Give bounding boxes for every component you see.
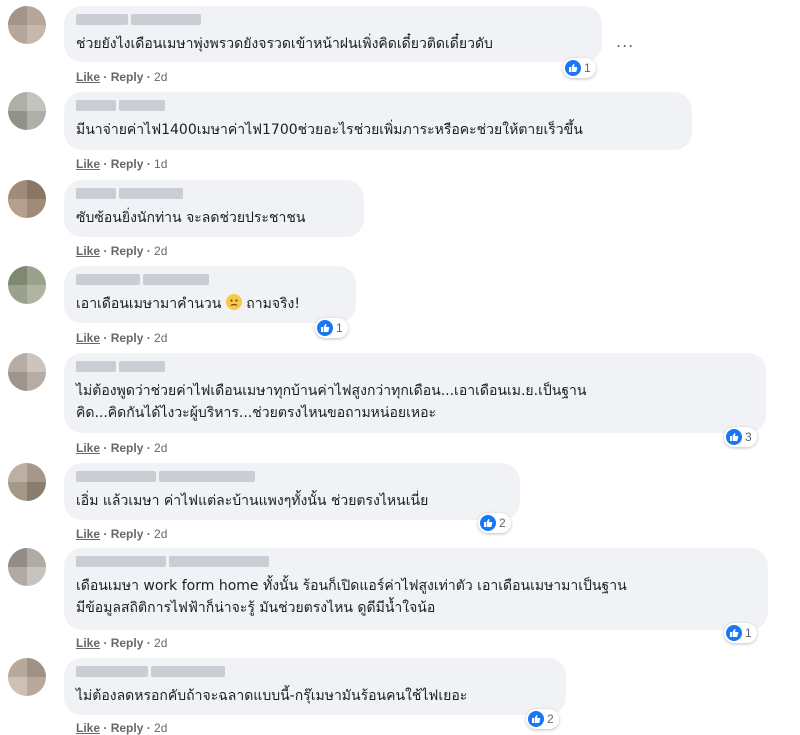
commenter-name-blurred[interactable]	[76, 274, 344, 287]
comment-text: เอาเดือนเมษามาคำนวน ถามจริง!	[76, 293, 344, 315]
reaction-count[interactable]: 2	[478, 513, 511, 533]
reaction-count[interactable]: 3	[724, 427, 757, 447]
comment-actions: Like · Reply · 2d	[76, 527, 168, 541]
reaction-number: 2	[547, 712, 554, 726]
commenter-name-blurred[interactable]	[76, 556, 756, 569]
reaction-number: 2	[499, 516, 506, 530]
worried-face-emoji	[225, 294, 242, 310]
timestamp[interactable]: 1d	[154, 157, 167, 171]
commenter-name-blurred[interactable]	[76, 188, 352, 201]
avatar[interactable]	[8, 353, 46, 391]
reaction-count[interactable]: 1	[724, 623, 757, 643]
comment-actions: Like · Reply · 1d	[76, 157, 168, 171]
timestamp[interactable]: 2d	[154, 331, 167, 345]
more-options-icon[interactable]: ...	[616, 32, 634, 51]
comment-bubble: เอิ่ม แล้วเมษา ค่าไฟแต่ละบ้านแพงๆทั้งนั้…	[64, 463, 520, 520]
avatar[interactable]	[8, 266, 46, 304]
avatar[interactable]	[8, 658, 46, 696]
thumbs-up-icon	[726, 429, 742, 445]
thumbs-up-icon	[528, 711, 544, 727]
like-link[interactable]: Like	[76, 70, 100, 84]
avatar[interactable]	[8, 180, 46, 218]
reply-link[interactable]: Reply	[111, 331, 144, 345]
comment-text: เดือนเมษา work form home ทั้งนั้น ร้อนก็…	[76, 578, 627, 616]
thumbs-up-icon	[565, 60, 581, 76]
comment-bubble: เอาเดือนเมษามาคำนวน ถามจริง!	[64, 266, 356, 323]
like-link[interactable]: Like	[76, 157, 100, 171]
reaction-number: 1	[745, 626, 752, 640]
avatar[interactable]	[8, 6, 46, 44]
timestamp[interactable]: 2d	[154, 441, 167, 455]
commenter-name-blurred[interactable]	[76, 14, 590, 27]
reaction-number: 1	[336, 321, 343, 335]
avatar[interactable]	[8, 92, 46, 130]
comment-actions: Like · Reply · 2d	[76, 331, 168, 345]
reaction-number: 3	[745, 430, 752, 444]
reply-link[interactable]: Reply	[111, 636, 144, 650]
commenter-name-blurred[interactable]	[76, 471, 508, 484]
comment-text: ซับซ้อนยิ่งนักท่าน จะลดช่วยประชาชน	[76, 210, 306, 226]
like-link[interactable]: Like	[76, 636, 100, 650]
comment-text: ช่วยยังไงเดือนเมษาพุ่งพรวดยังจรวดเข้าหน้…	[76, 36, 493, 52]
timestamp[interactable]: 2d	[154, 636, 167, 650]
reaction-number: 1	[584, 61, 591, 75]
reply-link[interactable]: Reply	[111, 70, 144, 84]
comment-bubble: ซับซ้อนยิ่งนักท่าน จะลดช่วยประชาชน	[64, 180, 364, 237]
comment-text: ไม่ต้องพูดว่าช่วยค่าไฟเดือนเมษาทุกบ้านค่…	[76, 383, 587, 421]
reply-link[interactable]: Reply	[111, 441, 144, 455]
avatar[interactable]	[8, 463, 46, 501]
comment-text: เอิ่ม แล้วเมษา ค่าไฟแต่ละบ้านแพงๆทั้งนั้…	[76, 493, 429, 509]
reaction-count[interactable]: 1	[563, 58, 596, 78]
reply-link[interactable]: Reply	[111, 527, 144, 541]
commenter-name-blurred[interactable]	[76, 361, 754, 374]
comment-text-part: ถามจริง!	[246, 296, 300, 312]
comment-bubble: มีนาจ่ายค่าไฟ1400เมษาค่าไฟ1700ช่วยอะไรช่…	[64, 92, 692, 150]
comment-actions: Like · Reply · 2d	[76, 244, 168, 258]
comment-text-part: เอาเดือนเมษามาคำนวน	[76, 296, 222, 312]
comment-actions: Like · Reply · 2d	[76, 441, 168, 455]
reaction-count[interactable]: 1	[315, 318, 348, 338]
thumbs-up-icon	[480, 515, 496, 531]
commenter-name-blurred[interactable]	[76, 100, 680, 113]
comment-actions: Like · Reply · 2d	[76, 70, 168, 84]
comment-actions: Like · Reply · 2d	[76, 636, 168, 650]
commenter-name-blurred[interactable]	[76, 666, 554, 679]
timestamp[interactable]: 2d	[154, 244, 167, 258]
timestamp[interactable]: 2d	[154, 70, 167, 84]
comment-text: ไม่ต้องลดหรอกคับถ้าจะฉลาดแบบนี้-กรุ๊เมษา…	[76, 688, 468, 704]
like-link[interactable]: Like	[76, 331, 100, 345]
like-link[interactable]: Like	[76, 244, 100, 258]
comment-bubble: ไม่ต้องพูดว่าช่วยค่าไฟเดือนเมษาทุกบ้านค่…	[64, 353, 766, 433]
like-link[interactable]: Like	[76, 441, 100, 455]
thumbs-up-icon	[726, 625, 742, 641]
reply-link[interactable]: Reply	[111, 244, 144, 258]
avatar[interactable]	[8, 548, 46, 586]
comment-text: มีนาจ่ายค่าไฟ1400เมษาค่าไฟ1700ช่วยอะไรช่…	[76, 122, 583, 138]
comment-bubble: เดือนเมษา work form home ทั้งนั้น ร้อนก็…	[64, 548, 768, 630]
comment-bubble: ไม่ต้องลดหรอกคับถ้าจะฉลาดแบบนี้-กรุ๊เมษา…	[64, 658, 566, 715]
timestamp[interactable]: 2d	[154, 527, 167, 541]
comment-bubble: ช่วยยังไงเดือนเมษาพุ่งพรวดยังจรวดเข้าหน้…	[64, 6, 602, 62]
thumbs-up-icon	[317, 320, 333, 336]
reaction-count[interactable]: 2	[526, 709, 559, 729]
like-link[interactable]: Like	[76, 527, 100, 541]
reply-link[interactable]: Reply	[111, 157, 144, 171]
